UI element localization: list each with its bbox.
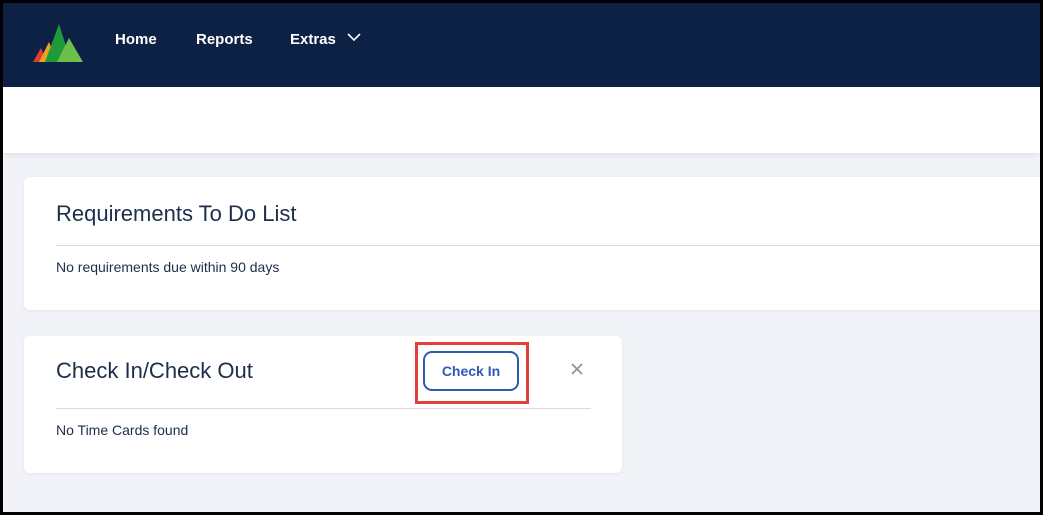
app-frame: Home Reports Extras Requirements To Do L… bbox=[3, 3, 1040, 512]
nav-reports[interactable]: Reports bbox=[196, 31, 253, 48]
requirements-empty-message: No requirements due within 90 days bbox=[56, 259, 280, 275]
checkin-empty-message: No Time Cards found bbox=[56, 422, 189, 438]
top-navbar: Home Reports Extras bbox=[3, 3, 1040, 87]
checkin-divider bbox=[56, 408, 591, 409]
requirements-title: Requirements To Do List bbox=[56, 201, 297, 226]
checkin-card: Check In/Check Out Check In No Time Card… bbox=[24, 336, 622, 473]
close-icon[interactable] bbox=[570, 362, 584, 376]
check-in-button[interactable]: Check In bbox=[423, 351, 519, 391]
nav-extras[interactable]: Extras bbox=[290, 31, 336, 48]
nav-home[interactable]: Home bbox=[115, 31, 157, 48]
mountain-logo-icon[interactable] bbox=[31, 18, 83, 62]
chevron-down-icon[interactable] bbox=[346, 31, 362, 43]
subheader-bar bbox=[3, 87, 1040, 153]
requirements-divider bbox=[56, 245, 1040, 246]
checkin-title: Check In/Check Out bbox=[56, 358, 253, 383]
requirements-card: Requirements To Do List No requirements … bbox=[24, 177, 1040, 310]
